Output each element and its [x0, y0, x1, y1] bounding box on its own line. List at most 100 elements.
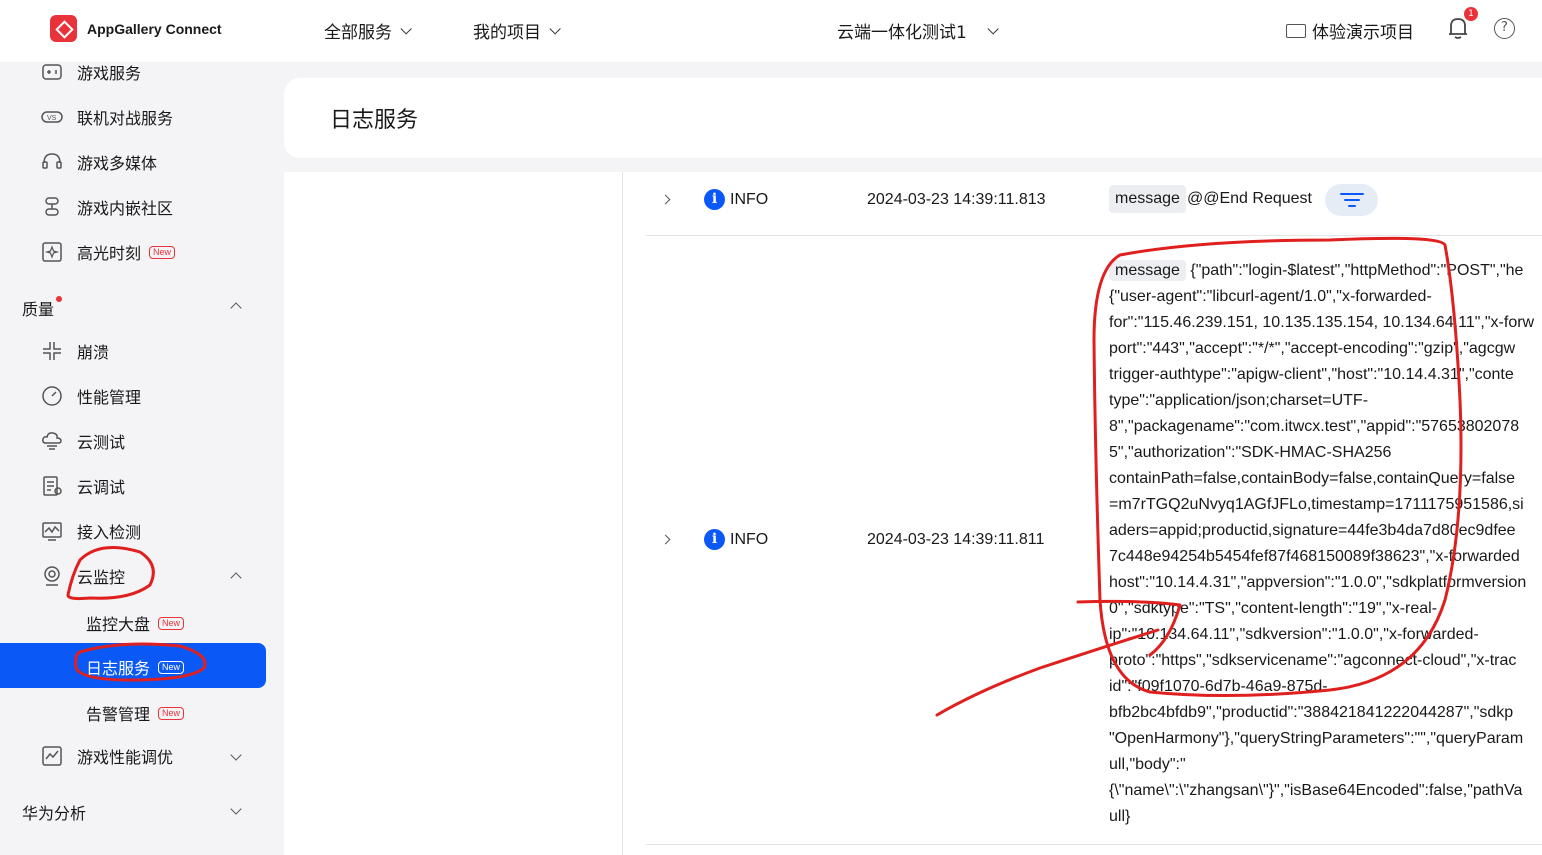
log-message-line: 7c448e94254b5454fef87f468150089f38623","…: [1109, 548, 1520, 565]
project-selector[interactable]: 云端一体化测试1: [837, 18, 999, 43]
page-title: 日志服务: [330, 108, 419, 133]
sidebar-item-cloud-monitor[interactable]: 云监控: [40, 556, 125, 596]
expand-row-icon[interactable]: [660, 194, 671, 205]
sidebar-item-cloud-debug[interactable]: 云调试: [40, 466, 125, 506]
log-message-line: type":"application/json;charset=UTF-: [1109, 392, 1369, 409]
help-icon[interactable]: ?: [1494, 18, 1515, 39]
log-message-line: trigger-authtype":"apigw-client","host":…: [1109, 366, 1514, 383]
sidebar-item-label: 崩溃: [77, 343, 110, 362]
sidebar-item-game-service[interactable]: 游戏服务: [40, 52, 141, 92]
highlight-icon: [40, 241, 64, 263]
expand-row-icon[interactable]: [660, 534, 671, 545]
sidebar: 游戏服务 VS 联机对战服务 游戏多媒体 游戏内嵌社区 高光时刻 New 质量 …: [0, 62, 276, 855]
sidebar-item-label: 游戏多媒体: [77, 154, 158, 173]
chevron-down-icon: [400, 22, 412, 35]
red-dot-indicator: [56, 296, 63, 302]
info-icon: i: [704, 189, 725, 210]
log-message-line: 8","packagename":"com.itwcx.test","appid…: [1109, 418, 1520, 435]
brand-logo[interactable]: AppGallery Connect: [50, 15, 222, 42]
svg-text:VS: VS: [47, 115, 57, 122]
access-check-icon: [40, 520, 64, 542]
sidebar-subitem-log-service[interactable]: 日志服务 New: [0, 643, 266, 688]
multimedia-icon: [40, 151, 64, 173]
filter-lines-icon: [1339, 193, 1364, 207]
log-message-line: ull,"body":": [1109, 756, 1186, 773]
log-message-line: containPath=false,containBody=false,cont…: [1109, 470, 1516, 487]
log-message-line: proto":"https","sdkservicename":"agconne…: [1109, 652, 1517, 669]
sidebar-item-crash[interactable]: 崩溃: [40, 331, 109, 371]
new-badge: New: [158, 616, 185, 630]
sidebar-item-label: 性能管理: [77, 388, 142, 407]
log-message-line: bfb2bc4bfdb9","productid":"3884218412220…: [1109, 704, 1514, 721]
sidebar-item-access-check[interactable]: 接入检测: [40, 511, 141, 551]
panel-divider: [622, 172, 623, 855]
log-level: INFO: [730, 531, 769, 548]
log-time: 2024-03-23 14:39:11.811: [867, 531, 1045, 548]
log-key-chip: message: [1109, 260, 1186, 281]
demo-project-link[interactable]: 体验演示项目: [1286, 18, 1414, 43]
log-line-text: {"path":"login-$latest","httpMethod":"PO…: [1185, 262, 1524, 279]
sidebar-subitem-alert-management[interactable]: 告警管理 New: [86, 701, 185, 725]
sidebar-group-quality[interactable]: 质量: [22, 296, 63, 320]
sidebar-item-multimedia[interactable]: 游戏多媒体: [40, 142, 157, 182]
new-badge: New: [158, 660, 185, 674]
sidebar-item-highlight[interactable]: 高光时刻 New: [40, 232, 176, 272]
sidebar-item-label: 云调试: [77, 478, 126, 497]
sidebar-item-performance[interactable]: 性能管理: [40, 376, 141, 416]
row-divider: [646, 235, 1542, 236]
nav-all-services[interactable]: 全部服务: [324, 18, 412, 43]
chevron-up-icon[interactable]: [230, 302, 242, 314]
log-message-line: {"user-agent":"libcurl-agent/1.0","x-for…: [1109, 288, 1432, 305]
sidebar-item-label: 云测试: [77, 433, 126, 452]
group-label: 质量: [22, 300, 55, 319]
sidebar-item-vs-service[interactable]: VS 联机对战服务: [40, 97, 173, 137]
perf-tune-icon: [40, 745, 64, 767]
sidebar-item-label: 接入检测: [77, 523, 142, 542]
bell-icon[interactable]: [1447, 16, 1469, 40]
log-message-line: message {"path":"login-$latest","httpMet…: [1109, 258, 1542, 284]
sidebar-item-label: 云监控: [77, 568, 126, 587]
log-message-line: =m7rTGQ2uNvyq1AGfJFLo,timestamp=17111759…: [1109, 496, 1524, 513]
log-message-line: ull}: [1109, 808, 1131, 825]
log-key-chip: message: [1109, 185, 1186, 213]
performance-icon: [40, 385, 64, 407]
game-service-icon: [40, 61, 64, 83]
log-message-line: id":"f09f1070-6d7b-46a9-875d-: [1109, 678, 1328, 695]
log-message-line: 5","authorization":"SDK-HMAC-SHA256: [1109, 444, 1392, 461]
nav-my-projects[interactable]: 我的项目: [473, 18, 561, 43]
crash-icon: [40, 340, 64, 362]
chevron-up-icon[interactable]: [230, 572, 242, 584]
sidebar-subitem-monitor-dashboard[interactable]: 监控大盘 New: [86, 611, 185, 635]
cloud-test-icon: [40, 430, 64, 452]
sidebar-item-cloud-test[interactable]: 云测试: [40, 421, 125, 461]
sidebar-item-label: 联机对战服务: [77, 109, 174, 128]
chevron-down-icon[interactable]: [230, 749, 242, 761]
demo-icon: [1286, 23, 1306, 38]
sidebar-subitem-label: 监控大盘: [86, 615, 151, 634]
notification-badge: 1: [1464, 7, 1478, 21]
sidebar-group-analytics[interactable]: 华为分析: [22, 800, 86, 824]
nav-all-services-label: 全部服务: [324, 23, 392, 43]
log-message-body: message {"path":"login-$latest","httpMet…: [1109, 258, 1542, 830]
sidebar-item-community[interactable]: 游戏内嵌社区: [40, 187, 173, 227]
sidebar-item-perf-tune[interactable]: 游戏性能调优: [40, 736, 173, 776]
chevron-down-icon: [987, 22, 999, 35]
filter-button[interactable]: [1325, 184, 1378, 216]
log-message-line: "OpenHarmony"},"queryStringParameters":"…: [1109, 730, 1524, 747]
log-level: INFO: [730, 191, 769, 208]
page-header: 日志服务: [284, 78, 1542, 158]
sidebar-item-label: 游戏性能调优: [77, 748, 174, 767]
log-message-line: {\"name\":\"zhangsan\"}","isBase64Encode…: [1109, 782, 1523, 799]
brand-name: AppGallery Connect: [87, 20, 222, 37]
chevron-down-icon: [549, 22, 561, 35]
demo-project-label: 体验演示项目: [1312, 23, 1414, 43]
log-message-line: 0","sdktype":"TS","content-length":"19",…: [1109, 600, 1438, 617]
log-message-line: port":"443","accept":"*/*","accept-encod…: [1109, 340, 1516, 357]
community-icon: [40, 196, 64, 218]
sidebar-subitem-label: 告警管理: [86, 705, 151, 724]
log-message-line: ip":"10.134.64.11","sdkversion":"1.0.0",…: [1109, 626, 1479, 643]
row-divider: [646, 844, 1542, 845]
sidebar-item-label: 游戏服务: [77, 64, 142, 83]
chevron-down-icon[interactable]: [230, 803, 242, 815]
log-message-line: host":"10.14.4.31","appversion":"1.0.0",…: [1109, 574, 1527, 591]
